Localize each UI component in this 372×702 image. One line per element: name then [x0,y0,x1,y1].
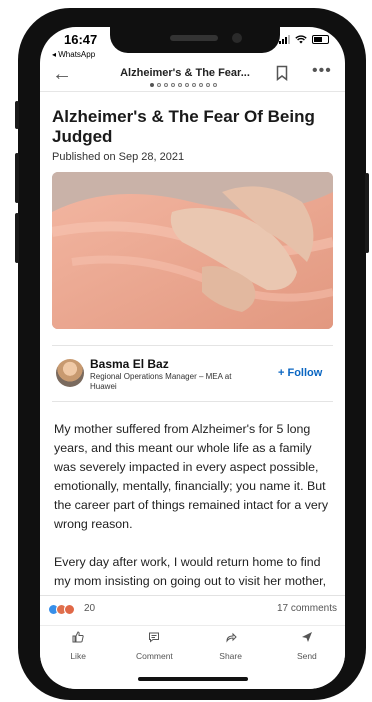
author-name[interactable]: Basma El Baz [90,357,169,371]
author-avatar[interactable] [56,359,84,387]
speaker [170,35,218,41]
home-indicator[interactable] [138,677,248,681]
social-bar: 20 17 comments Like Comment Share Send [40,595,345,689]
page-dot [150,83,154,87]
published-date: Published on Sep 28, 2021 [52,151,185,163]
share-label: Share [219,651,242,661]
comments-count[interactable]: 17 comments [277,603,337,614]
follow-button[interactable]: + Follow [278,367,322,379]
notch [110,27,280,53]
send-label: Send [296,651,317,661]
page-dot [185,83,189,87]
status-time: 16:47 [64,32,98,47]
power-button [365,173,369,253]
comment-label: Comment [135,651,173,661]
body-paragraph: My mother suffered from Alzheimer's for … [54,422,329,531]
share-button[interactable]: Share [193,626,269,661]
volume-down-button [15,213,19,263]
hands-illustration [52,172,333,329]
page-dot [171,83,175,87]
article-hero-image[interactable] [52,172,333,329]
page-dot [178,83,182,87]
share-icon [226,632,237,643]
back-arrow-icon[interactable]: ← [52,63,72,86]
cellular-signal-icon [279,35,290,44]
battery-icon [312,35,329,44]
love-reaction-icon [64,604,75,615]
wifi-icon [295,35,307,44]
front-camera [232,33,242,43]
status-icons [279,35,329,44]
article-header-bar: ← Alzheimer's & The Fear... ••• [40,60,345,92]
back-to-whatsapp-link[interactable]: ◂ WhatsApp [52,50,95,59]
page-dot [199,83,203,87]
phone-screen: 16:47 ◂ WhatsApp ← Alzheimer's & The Fea… [40,27,345,689]
comment-icon [149,632,160,643]
action-bar: Like Comment Share Send [40,625,345,661]
comment-button[interactable]: Comment [116,626,192,661]
reaction-count[interactable]: 20 [84,603,95,614]
like-label: Like [70,651,86,661]
page-indicator [150,83,217,87]
divider [52,345,333,346]
page-dot [206,83,210,87]
volume-up-button [15,153,19,203]
mute-switch [15,101,19,129]
author-role: Regional Operations Manager – MEA at Hua… [90,372,232,391]
more-options-icon[interactable]: ••• [312,62,332,80]
like-button[interactable]: Like [40,626,116,661]
divider [52,401,333,402]
article-title: Alzheimer's & The Fear Of Being Judged [52,107,315,146]
reaction-icons[interactable] [48,604,75,615]
header-title: Alzheimer's & The Fear... [120,67,250,79]
bookmark-icon[interactable] [276,65,288,81]
page-dot [213,83,217,87]
page-dot [157,83,161,87]
send-icon [301,632,312,642]
send-button[interactable]: Send [269,626,345,661]
page-dot [192,83,196,87]
reactions-row: 20 17 comments [40,595,345,621]
thumbs-up-icon [72,631,84,643]
page-dot [164,83,168,87]
